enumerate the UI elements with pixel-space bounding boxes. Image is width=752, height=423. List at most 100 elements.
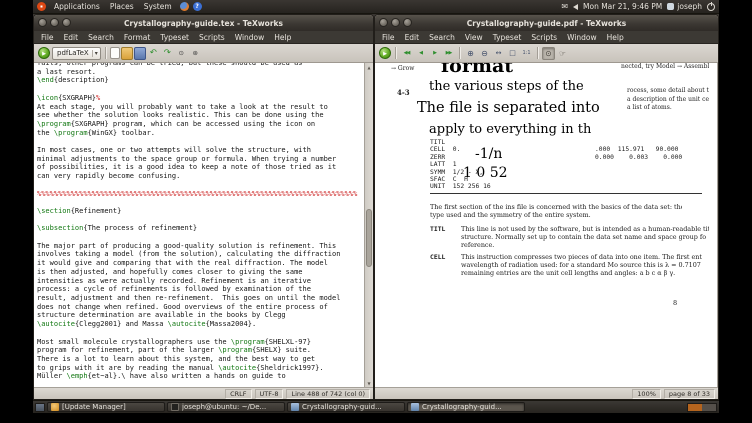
pdf-paragraph: TITL This line is not used by the softwar… [430,225,709,249]
screen: ApplicationsPlacesSystem Mon Mar 21, 9:4… [0,0,752,423]
editor-line: \icon{SXGRAPH}% [37,93,101,102]
editor-line: involves taking a model (from the soluti… [37,250,341,259]
editor-titlebar[interactable]: Crystallography-guide.tex - TeXworks [34,15,373,31]
menu-help[interactable]: Help [269,31,296,44]
menu-window[interactable]: Window [562,31,602,44]
scroll-down-icon[interactable] [365,379,373,387]
hand-icon[interactable]: ☞ [556,47,569,60]
mail-icon[interactable] [561,2,568,11]
menu-format[interactable]: Format [119,31,155,44]
last-page-icon[interactable]: ▶▶ [442,47,455,60]
actual-size-icon[interactable]: 1:1 [520,47,533,60]
editor-line: does not change when refined. Good overv… [37,302,328,311]
pdf-tool-icons: ⊙ ☞ [542,46,569,60]
pdf-scrollbar[interactable] [717,63,718,387]
pdf-margin-note: a description of the unit cell [627,96,709,103]
status-page: page 8 of 33 [663,388,715,399]
menu-scripts[interactable]: Scripts [194,31,230,44]
minimize-button[interactable] [391,18,400,27]
find-icon[interactable]: ⊙ [175,47,188,60]
menu-system[interactable]: System [140,0,176,13]
close-button[interactable] [38,18,47,27]
menu-file[interactable]: File [377,31,400,44]
firefox-icon[interactable] [179,2,189,11]
menu-search[interactable]: Search [83,31,119,44]
maximize-button[interactable] [403,18,412,27]
menu-help[interactable]: Help [602,31,629,44]
pdf-paragraph-label: CELL [430,253,446,261]
editor-text[interactable]: fails, other programs can be tried, but … [34,63,364,387]
help-icon[interactable] [192,2,202,11]
user-status-icon [667,3,675,10]
fit-width-icon[interactable]: ↔ [492,47,505,60]
replace-icon[interactable]: ⊛ [189,47,202,60]
pdf-window: Crystallography-guide.pdf - TeXworks Fil… [374,14,719,400]
minimize-button[interactable] [50,18,59,27]
zoom-out-icon[interactable]: ⊖ [478,47,491,60]
new-file-icon[interactable] [109,47,120,59]
taskbar-item-icon [291,403,299,411]
editor-line: \program{SXGRAPH} program, which can be … [37,119,316,128]
editor-line: %%%%%%%%%%%%%%%%%%%%%%%%%%%%%%%%%%%%%%%%… [37,189,358,198]
editor-line: The major part of producing a good-quali… [37,241,337,250]
taskbar-item[interactable]: Crystallography-guid... [407,402,525,412]
fit-window-icon[interactable]: □ [506,47,519,60]
pdf-statusbar: 100% page 8 of 33 [375,387,718,399]
workspace-1[interactable] [688,404,702,411]
magnifier-icon[interactable]: ⊙ [542,46,555,60]
clock[interactable]: Mon Mar 21, 9:46 PM [583,2,662,11]
save-icon[interactable] [133,46,146,60]
menu-scripts[interactable]: Scripts [526,31,562,44]
open-icon[interactable] [120,46,133,60]
status-line-ending: CRLF [225,388,252,399]
menu-typeset[interactable]: Typeset [488,31,527,44]
menu-applications[interactable]: Applications [50,0,104,13]
pdf-magnified-line: apply to everything in th [429,122,592,137]
undo-icon[interactable]: ↶ [147,47,160,60]
editor-line: can very rapidly become confusing. [37,172,181,181]
scrollbar-thumb[interactable] [366,208,372,268]
editor-line: Müller \emph{et~al}.\ have also written … [37,372,286,381]
zoom-in-icon[interactable]: ⊕ [464,47,477,60]
show-desktop-icon[interactable] [35,402,45,412]
editor-line: a last resort. [37,67,97,76]
engine-selector[interactable]: pdfLaTeX [52,46,101,60]
taskbar-item[interactable]: [Update Manager] [47,402,165,412]
maximize-button[interactable] [62,18,71,27]
previous-page-icon[interactable]: ◀ [414,47,427,60]
menu-places[interactable]: Places [106,0,138,13]
menu-search[interactable]: Search [424,31,460,44]
taskbar-item[interactable]: Crystallography-guid... [287,402,405,412]
next-page-icon[interactable]: ▶ [428,47,441,60]
menu-file[interactable]: File [36,31,59,44]
scroll-up-icon[interactable] [365,63,373,71]
editor-scrollbar[interactable] [364,63,373,387]
volume-icon[interactable] [573,3,579,10]
typeset-button[interactable] [379,47,391,59]
menu-view[interactable]: View [460,31,488,44]
editor-window: Crystallography-guide.tex - TeXworks Fil… [33,14,374,400]
toolbar-separator [395,47,396,59]
taskbar-item-label: Crystallography-guid... [302,403,382,411]
workspace-2[interactable] [702,404,716,411]
redo-icon[interactable]: ↷ [161,47,174,60]
editor-line: \end{description} [37,76,109,85]
close-button[interactable] [379,18,388,27]
pdf-page[interactable]: → Grow format 4-3 the various steps of t… [375,63,709,387]
first-page-icon[interactable]: ◀◀ [400,47,413,60]
pdf-window-title: Crystallography-guide.pdf - TeXworks [466,18,627,28]
toolbar-separator [537,47,538,59]
typeset-button[interactable] [38,47,50,59]
pdf-titlebar[interactable]: Crystallography-guide.pdf - TeXworks [375,15,718,31]
editor-line: is then adjusted, and hopefully comes cl… [37,267,303,276]
ubuntu-logo-icon[interactable] [37,2,46,11]
menu-edit[interactable]: Edit [400,31,425,44]
menu-window[interactable]: Window [230,31,270,44]
taskbar-item[interactable]: joseph@ubuntu: ~/De... [167,402,285,412]
power-icon[interactable] [707,1,715,11]
user-menu[interactable]: joseph [667,2,702,11]
menu-edit[interactable]: Edit [59,31,84,44]
menu-typeset[interactable]: Typeset [155,31,194,44]
